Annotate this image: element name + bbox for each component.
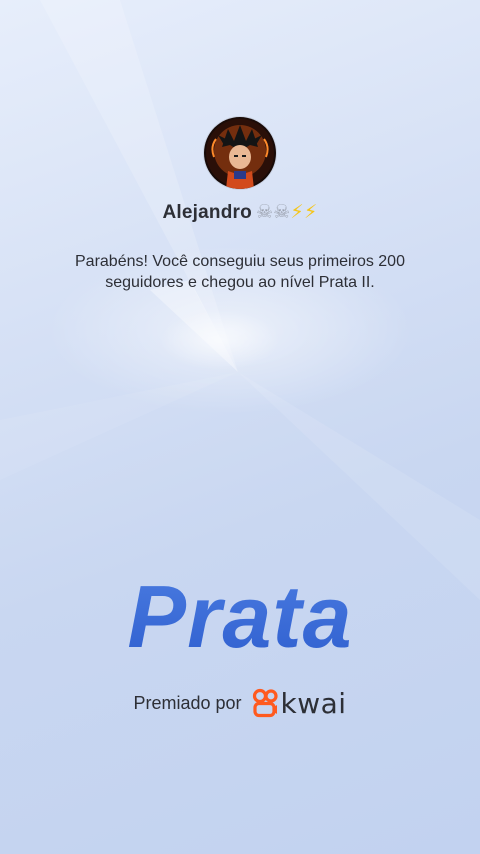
skull-icon: ☠ (255, 201, 274, 223)
lightning-icon: ⚡ (303, 201, 318, 223)
brand-name: kwai (280, 686, 347, 720)
avatar[interactable] (204, 117, 276, 189)
lightning-icon: ⚡ (290, 201, 304, 223)
award-row: Premiado por kwai (0, 686, 480, 720)
avatar-image (206, 119, 274, 189)
kwai-logo-icon (252, 688, 278, 718)
username: Alejandro (162, 202, 252, 223)
tier-title: Prata (0, 566, 480, 668)
username-row: Alejandro ☠☠⚡⚡ (0, 201, 480, 224)
kwai-brand: kwai (252, 687, 347, 720)
congrats-message: Parabéns! Você conseguiu seus primeiros … (75, 253, 405, 291)
skull-icon: ☠ (273, 201, 291, 223)
award-label: Premiado por (133, 692, 242, 713)
name-emojis: ☠☠⚡⚡ (256, 201, 318, 223)
